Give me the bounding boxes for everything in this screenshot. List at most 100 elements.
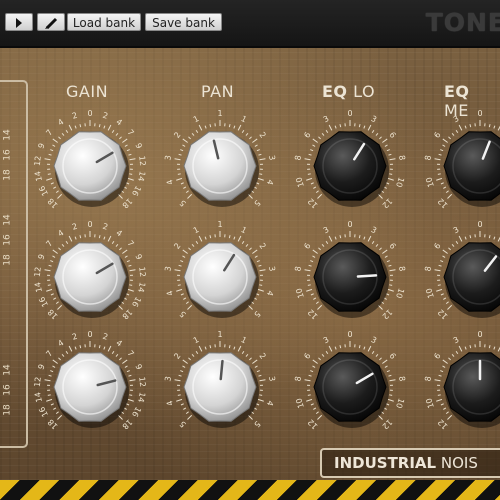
knob-eq-lo-row3[interactable]: 121086303681012 bbox=[280, 322, 420, 452]
knob-scale-label: 1 bbox=[217, 330, 222, 339]
knob-scale-label: 16 bbox=[130, 405, 143, 418]
load-bank-button[interactable]: Load bank bbox=[67, 13, 141, 31]
knob-scale-label: 4 bbox=[165, 289, 175, 297]
knob-scale-label: 0 bbox=[477, 220, 482, 229]
knob-scale-label: 8 bbox=[423, 266, 433, 272]
knob-scale-label: 7 bbox=[44, 239, 54, 249]
knob-scale-label: 9 bbox=[36, 142, 46, 150]
knob-scale-label: 7 bbox=[125, 349, 135, 359]
side-scale-label: 18 bbox=[2, 404, 13, 416]
knob-scale-label: 2 bbox=[71, 222, 78, 232]
knob-scale-label: 1 bbox=[240, 335, 249, 345]
knob-scale-label: 2 bbox=[71, 332, 78, 342]
knob-scale-label: 14 bbox=[136, 391, 147, 403]
knob-scale-label: 2 bbox=[71, 111, 78, 121]
knob-scale-label: 4 bbox=[265, 399, 275, 407]
knob-scale-label: 8 bbox=[293, 376, 303, 382]
knob-scale-label: 12 bbox=[33, 266, 43, 277]
knob-scale-label: 6 bbox=[432, 351, 442, 360]
knob-scale-label: 10 bbox=[394, 176, 406, 188]
knob-scale-label: 0 bbox=[347, 220, 352, 229]
knob-scale-label: 10 bbox=[294, 397, 306, 409]
knob-scale-label: 8 bbox=[293, 155, 303, 161]
side-scale-label: 14 bbox=[2, 364, 13, 376]
knob-scale-label: 8 bbox=[397, 155, 407, 161]
knob-scale-label: 1 bbox=[192, 335, 201, 345]
knob-scale-label: 9 bbox=[133, 142, 143, 150]
knob-scale-label: 10 bbox=[424, 176, 436, 188]
side-scale-label: 14 bbox=[2, 129, 13, 141]
knob-scale-label: 5 bbox=[252, 198, 262, 208]
knob-scale-label: 8 bbox=[423, 155, 433, 161]
play-button[interactable] bbox=[5, 13, 33, 31]
knob-scale-label: 14 bbox=[136, 281, 147, 293]
knob-scale-label: 4 bbox=[165, 178, 175, 186]
side-scale-label: 16 bbox=[2, 149, 13, 161]
knob-scale-label: 10 bbox=[394, 287, 406, 299]
knob-scale-label: 10 bbox=[424, 397, 436, 409]
knob-scale-label: 6 bbox=[432, 130, 442, 139]
side-scale-label: 16 bbox=[2, 384, 13, 396]
knob-scale-label: 2 bbox=[101, 111, 108, 121]
column-header-eq-lo: EQ LO bbox=[322, 82, 376, 101]
knob-scale-label: 4 bbox=[265, 289, 275, 297]
pencil-icon bbox=[45, 17, 58, 29]
knob-scale-label: 16 bbox=[37, 184, 50, 197]
knob-scale-label: 6 bbox=[302, 241, 312, 250]
knob-scale-label: 5 bbox=[178, 309, 188, 319]
knob-scale-label: 3 bbox=[452, 225, 461, 235]
knob-scale-label: 2 bbox=[172, 351, 182, 360]
knob-scale-label: 16 bbox=[37, 405, 50, 418]
side-scale-label: 16 bbox=[2, 234, 13, 246]
side-scale-label: 18 bbox=[2, 169, 13, 181]
knob-scale-label: 4 bbox=[115, 228, 124, 238]
knob-scale-label: 3 bbox=[322, 225, 331, 235]
knob-scale-label: 6 bbox=[432, 241, 442, 250]
knob-scale-label: 2 bbox=[257, 241, 267, 250]
knob-scale-label: 0 bbox=[87, 109, 92, 118]
knob-scale-label: 5 bbox=[252, 309, 262, 319]
knob-scale-label: 6 bbox=[387, 130, 397, 139]
edit-button[interactable] bbox=[37, 13, 65, 31]
knob-scale-label: 3 bbox=[370, 114, 379, 124]
knob-scale-label: 3 bbox=[163, 155, 173, 161]
knob-scale-label: 2 bbox=[257, 130, 267, 139]
knob-scale-label: 8 bbox=[397, 376, 407, 382]
knob-scale-label: 0 bbox=[87, 220, 92, 229]
knob-scale-label: 2 bbox=[257, 351, 267, 360]
knob-eq-me-row3[interactable]: 121086303681012 bbox=[410, 322, 500, 452]
knob-scale-label: 7 bbox=[125, 128, 135, 138]
knob-scale-label: 3 bbox=[452, 114, 461, 124]
knob-scale-label: 14 bbox=[33, 391, 44, 403]
knob-scale-label: 4 bbox=[165, 399, 175, 407]
knob-scale-label: 0 bbox=[87, 330, 92, 339]
knob-scale-label: 4 bbox=[115, 338, 124, 348]
knob-scale-label: 16 bbox=[130, 184, 143, 197]
knob-pan-row3[interactable]: 54321112345 bbox=[150, 322, 290, 452]
preset-name-display[interactable]: INDUSTRIAL NOIS bbox=[320, 448, 500, 478]
knob-scale-label: 9 bbox=[133, 253, 143, 261]
side-scale-label: 14 bbox=[2, 214, 13, 226]
knob-scale-label: 0 bbox=[477, 109, 482, 118]
knob-scale-label: 0 bbox=[347, 330, 352, 339]
save-bank-button[interactable]: Save bank bbox=[145, 13, 222, 31]
knob-scale-label: 5 bbox=[252, 419, 262, 429]
knob-scale-label: 2 bbox=[172, 241, 182, 250]
knob-scale-label: 1 bbox=[240, 225, 249, 235]
play-icon bbox=[16, 18, 22, 28]
knob-scale-label: 10 bbox=[294, 287, 306, 299]
knob-scale-label: 4 bbox=[56, 338, 65, 348]
knob-gain-row3[interactable]: 181614129742 0 247912141618 bbox=[20, 322, 160, 452]
knob-scale-label: 12 bbox=[33, 155, 43, 166]
knob-scale-label: 4 bbox=[115, 117, 124, 127]
knob-scale-label: 12 bbox=[33, 376, 43, 387]
knob-scale-label: 14 bbox=[33, 281, 44, 293]
knob-scale-label: 14 bbox=[136, 170, 147, 182]
knob-scale-label: 9 bbox=[36, 253, 46, 261]
knob-scale-label: 8 bbox=[423, 376, 433, 382]
knob-scale-label: 3 bbox=[370, 335, 379, 345]
knob-scale-label: 6 bbox=[387, 241, 397, 250]
column-header-pan: PAN bbox=[201, 82, 235, 101]
knob-scale-label: 3 bbox=[322, 335, 331, 345]
knob-scale-label: 3 bbox=[163, 266, 173, 272]
